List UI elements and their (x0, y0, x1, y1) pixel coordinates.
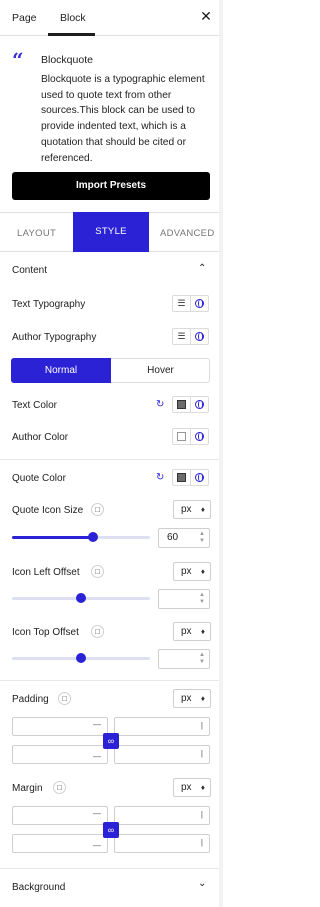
slider-fill (12, 536, 93, 539)
chevron-up-icon[interactable]: ⌃ (198, 263, 206, 274)
icon-left-offset-label: Icon Left Offset (12, 567, 80, 578)
typography-settings-icon[interactable]: ☰ (173, 329, 191, 344)
responsive-device-icon[interactable]: □ (91, 503, 104, 516)
author-typography-label: Author Typography (12, 332, 97, 343)
padding-top-input[interactable]: — (12, 717, 108, 736)
tab-block[interactable]: Block (60, 12, 86, 24)
slider-thumb[interactable] (76, 653, 86, 663)
stepper-icon[interactable]: ▲ ▼ (199, 531, 205, 545)
margin-right-input[interactable]: | (114, 806, 210, 825)
content-section-title[interactable]: Content (12, 265, 47, 276)
quote-icon: “ (12, 48, 24, 72)
padding-bottom-input[interactable]: — (12, 745, 108, 764)
padding-label: Padding (12, 694, 49, 705)
background-section-title[interactable]: Background (12, 882, 65, 893)
global-icon[interactable] (191, 429, 208, 444)
text-typography-label: Text Typography (12, 299, 86, 310)
global-icon[interactable] (191, 296, 208, 311)
state-hover-button[interactable]: Hover (111, 358, 210, 383)
color-swatch[interactable] (173, 397, 191, 412)
quote-icon-size-label: Quote Icon Size (12, 505, 84, 516)
icon-top-offset-input[interactable]: ▲ ▼ (158, 649, 210, 669)
responsive-device-icon[interactable]: □ (53, 781, 66, 794)
tab-advanced[interactable]: ADVANCED (160, 228, 214, 239)
link-values-icon[interactable]: ∞ (103, 733, 119, 749)
link-values-icon[interactable]: ∞ (103, 822, 119, 838)
typography-settings-icon[interactable]: ☰ (173, 296, 191, 311)
icon-top-offset-label: Icon Top Offset (12, 627, 79, 638)
quote-color-label: Quote Color (12, 473, 66, 484)
stepper-icon[interactable]: ▲ ▼ (199, 652, 205, 666)
author-typography-controls: ☰ (172, 328, 209, 345)
number-value: 60 (167, 532, 179, 543)
color-swatch[interactable] (173, 470, 191, 485)
text-typography-controls: ☰ (172, 295, 209, 312)
padding-right-input[interactable]: | (114, 717, 210, 736)
block-description: Blockquote is a typographic element used… (41, 74, 205, 164)
responsive-device-icon[interactable]: □ (91, 565, 104, 578)
margin-left-input[interactable]: | (114, 834, 210, 853)
responsive-device-icon[interactable]: □ (58, 692, 71, 705)
divider (0, 459, 223, 460)
unit-select[interactable]: px (173, 778, 211, 797)
tab-style[interactable]: STYLE (73, 212, 149, 252)
color-swatch[interactable] (173, 429, 191, 444)
import-presets-button[interactable]: Import Presets (12, 172, 210, 200)
unit-select[interactable]: px (173, 622, 211, 641)
divider (0, 680, 223, 681)
padding-left-input[interactable]: | (114, 745, 210, 764)
scrollbar[interactable] (219, 0, 223, 907)
author-color-label: Author Color (12, 432, 69, 443)
responsive-device-icon[interactable]: □ (91, 625, 104, 638)
slider-thumb[interactable] (76, 593, 86, 603)
tab-layout[interactable]: LAYOUT (17, 228, 56, 239)
margin-top-input[interactable]: — (12, 806, 108, 825)
text-color-controls (172, 396, 209, 413)
quote-icon-size-input[interactable]: 60 ▲ ▼ (158, 528, 210, 548)
divider (0, 868, 223, 869)
reset-icon[interactable]: ↻ (156, 399, 164, 410)
icon-left-offset-input[interactable]: ▲ ▼ (158, 589, 210, 609)
global-icon[interactable] (191, 470, 208, 485)
unit-select[interactable]: px (173, 689, 211, 708)
unit-select[interactable]: px (173, 562, 211, 581)
tab-active-indicator (48, 33, 95, 36)
slider-thumb[interactable] (88, 532, 98, 542)
reset-icon[interactable]: ↻ (156, 472, 164, 483)
margin-label: Margin (12, 783, 43, 794)
global-icon[interactable] (191, 397, 208, 412)
block-title: Blockquote (41, 54, 93, 66)
stepper-icon[interactable]: ▲ ▼ (199, 592, 205, 606)
global-icon[interactable] (191, 329, 208, 344)
text-color-label: Text Color (12, 400, 58, 411)
margin-bottom-input[interactable]: — (12, 834, 108, 853)
close-icon[interactable]: ✕ (198, 8, 214, 24)
state-normal-button[interactable]: Normal (11, 358, 111, 383)
unit-select[interactable]: px (173, 500, 211, 519)
quote-color-controls (172, 469, 209, 486)
author-color-controls (172, 428, 209, 445)
tab-page[interactable]: Page (12, 12, 37, 24)
chevron-down-icon[interactable]: ⌄ (198, 878, 206, 889)
